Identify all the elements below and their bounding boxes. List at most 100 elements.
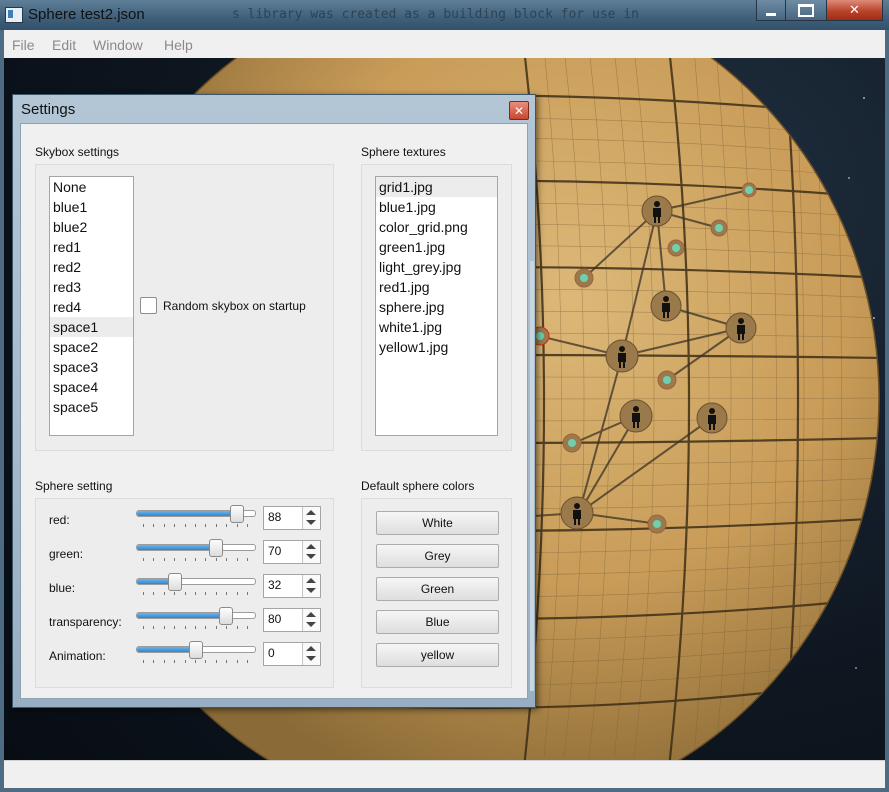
slider-tick — [205, 626, 207, 629]
spinbox-arrows[interactable] — [302, 643, 320, 665]
slider-tick — [143, 660, 144, 663]
window-frame-right — [885, 30, 889, 792]
skybox-list-item[interactable]: space5 — [50, 397, 133, 417]
arrow-down-icon[interactable] — [306, 656, 316, 661]
slider-tick — [215, 660, 217, 663]
arrow-up-icon[interactable] — [306, 510, 316, 515]
textures-list-item[interactable]: blue1.jpg — [376, 197, 497, 217]
menu-window[interactable]: Window — [93, 37, 143, 53]
maximize-button[interactable] — [785, 0, 827, 21]
slider-groove[interactable] — [136, 612, 256, 619]
spinbox-arrows[interactable] — [302, 609, 320, 631]
spinbox-value[interactable]: 70 — [268, 544, 281, 558]
slider-tick — [143, 558, 144, 561]
arrow-up-icon[interactable] — [306, 544, 316, 549]
slider-tick — [236, 592, 238, 595]
slider-spinbox[interactable]: 80 — [263, 608, 321, 632]
menu-edit[interactable]: Edit — [52, 37, 76, 53]
menu-bar: File Edit Window Help — [4, 30, 885, 59]
window-frame-bottom — [0, 788, 889, 792]
random-skybox-checkbox[interactable] — [140, 297, 157, 314]
skybox-list-item[interactable]: None — [50, 177, 133, 197]
textures-list-item[interactable]: light_grey.jpg — [376, 257, 497, 277]
skybox-list-item[interactable]: space3 — [50, 357, 133, 377]
menu-file[interactable]: File — [12, 37, 35, 53]
arrow-down-icon[interactable] — [306, 622, 316, 627]
menu-help[interactable]: Help — [164, 37, 193, 53]
skybox-list-item[interactable]: space2 — [50, 337, 133, 357]
slider-handle[interactable] — [168, 573, 182, 591]
spinbox-value[interactable]: 80 — [268, 612, 281, 626]
slider-spinbox[interactable]: 32 — [263, 574, 321, 598]
close-icon: ✕ — [513, 103, 525, 118]
slider-spinbox[interactable]: 0 — [263, 642, 321, 666]
slider-handle[interactable] — [230, 505, 244, 523]
slider-tick — [184, 660, 186, 663]
textures-list-item[interactable]: grid1.jpg — [376, 177, 497, 197]
slider-tick — [153, 626, 155, 629]
dialog-client: Skybox settings None blue1 blue2 red1 red2 re… — [20, 123, 528, 699]
color-blue-button[interactable]: Blue — [376, 610, 499, 634]
sphere-setting-group-title: Sphere setting — [35, 479, 113, 493]
slider-tick — [247, 592, 248, 595]
skybox-list-item[interactable]: blue1 — [50, 197, 133, 217]
dialog-close-button[interactable]: ✕ — [509, 101, 529, 120]
spinbox-arrows[interactable] — [302, 575, 320, 597]
spinbox-value[interactable]: 88 — [268, 510, 281, 524]
slider-tick — [205, 524, 207, 527]
skybox-list-item[interactable]: space4 — [50, 377, 133, 397]
arrow-up-icon[interactable] — [306, 646, 316, 651]
color-white-button[interactable]: White — [376, 511, 499, 535]
textures-list-item[interactable]: color_grid.png — [376, 217, 497, 237]
skybox-list-item[interactable]: red2 — [50, 257, 133, 277]
slider-tick — [247, 524, 248, 527]
color-grey-button[interactable]: Grey — [376, 544, 499, 568]
slider-tick — [143, 524, 144, 527]
color-yellow-button[interactable]: yellow — [376, 643, 499, 667]
arrow-down-icon[interactable] — [306, 520, 316, 525]
spinbox-value[interactable]: 32 — [268, 578, 281, 592]
slider-tick — [226, 660, 228, 663]
textures-list-item[interactable]: yellow1.jpg — [376, 337, 497, 357]
close-button[interactable]: ✕ — [826, 0, 883, 21]
slider-groove[interactable] — [136, 578, 256, 585]
skybox-list-item[interactable]: space1 — [50, 317, 133, 337]
color-green-button[interactable]: Green — [376, 577, 499, 601]
spinbox-arrows[interactable] — [302, 541, 320, 563]
slider-spinbox[interactable]: 88 — [263, 506, 321, 530]
slider-tick — [153, 524, 155, 527]
textures-list[interactable]: grid1.jpg blue1.jpg color_grid.png green1.j… — [375, 176, 498, 436]
slider-tick — [153, 660, 155, 663]
slider-tick — [226, 626, 228, 629]
spinbox-value[interactable]: 0 — [268, 646, 275, 660]
skybox-list[interactable]: None blue1 blue2 red1 red2 red3 red4 space1 spac… — [49, 176, 134, 436]
slider-tick — [226, 558, 228, 561]
slider-spinbox[interactable]: 70 — [263, 540, 321, 564]
textures-list-item[interactable]: green1.jpg — [376, 237, 497, 257]
slider-tick — [153, 558, 155, 561]
arrow-down-icon[interactable] — [306, 588, 316, 593]
arrow-up-icon[interactable] — [306, 578, 316, 583]
textures-list-item[interactable]: white1.jpg — [376, 317, 497, 337]
slider-tick — [195, 660, 196, 663]
slider-handle[interactable] — [219, 607, 233, 625]
slider-tick — [195, 626, 196, 629]
skybox-list-item[interactable]: red3 — [50, 277, 133, 297]
textures-list-item[interactable]: red1.jpg — [376, 277, 497, 297]
minimize-button[interactable] — [756, 0, 786, 21]
arrow-down-icon[interactable] — [306, 554, 316, 559]
close-icon: ✕ — [849, 2, 860, 17]
skybox-list-item[interactable]: blue2 — [50, 217, 133, 237]
slider-handle[interactable] — [209, 539, 223, 557]
slider-tick — [163, 524, 165, 527]
slider-tick — [247, 660, 248, 663]
skybox-list-item[interactable]: red4 — [50, 297, 133, 317]
slider-handle[interactable] — [189, 641, 203, 659]
textures-list-item[interactable]: sphere.jpg — [376, 297, 497, 317]
spinbox-arrows[interactable] — [302, 507, 320, 529]
colors-group-title: Default sphere colors — [361, 479, 475, 493]
arrow-up-icon[interactable] — [306, 612, 316, 617]
slider-groove[interactable] — [136, 544, 256, 551]
slider-tick — [247, 626, 248, 629]
skybox-list-item[interactable]: red1 — [50, 237, 133, 257]
